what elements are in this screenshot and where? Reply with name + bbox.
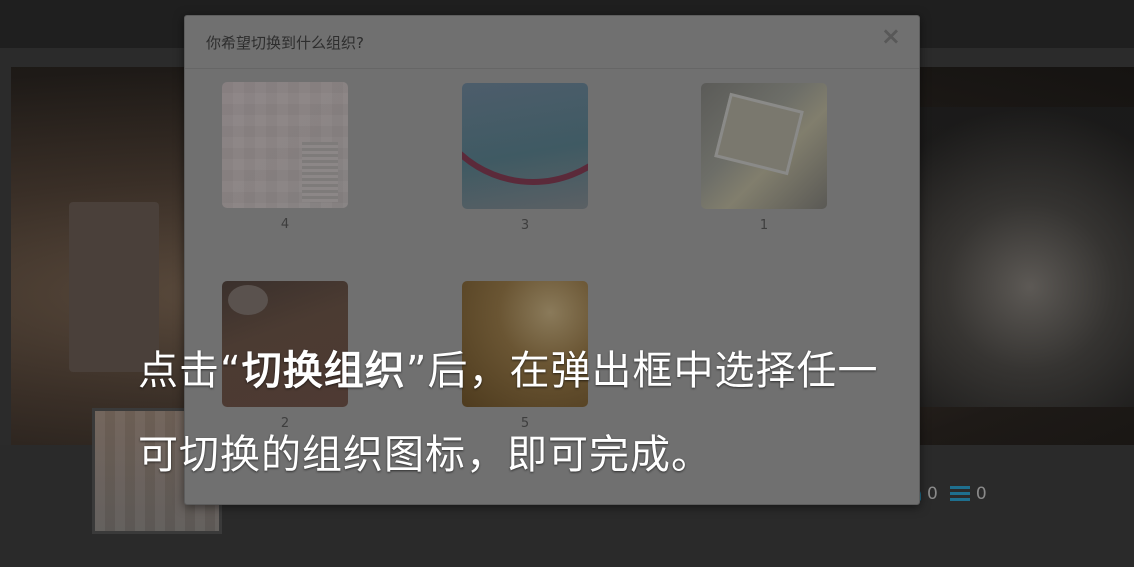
caption-suffix: ”后，在弹出框中选择任一 xyxy=(405,348,879,394)
organization-image[interactable] xyxy=(701,83,827,209)
image-stripes xyxy=(302,142,338,202)
likes-count: 0 xyxy=(927,484,938,504)
caption-prefix: 点击“ xyxy=(138,348,242,394)
organization-option-3[interactable]: 3 xyxy=(461,83,589,233)
tutorial-caption-line-1: 点击“切换组织”后，在弹出框中选择任一 xyxy=(138,338,878,396)
lists-count: 0 xyxy=(975,484,987,504)
organization-label: 4 xyxy=(280,217,290,232)
modal-title: 你希望切换到什么组织? xyxy=(206,34,364,52)
list-icon xyxy=(949,486,970,502)
organization-option-4[interactable]: 4 xyxy=(221,82,349,232)
lists-stat[interactable]: 0 xyxy=(949,484,987,504)
organization-image[interactable] xyxy=(222,82,348,208)
caption-highlight: 切换组织 xyxy=(241,348,406,394)
organization-option-1[interactable]: 1 xyxy=(700,83,828,233)
modal-header: 你希望切换到什么组织? × xyxy=(185,16,919,69)
organization-label: 3 xyxy=(520,218,530,233)
close-icon[interactable]: × xyxy=(881,22,901,50)
organization-label: 1 xyxy=(759,218,769,233)
tutorial-caption-line-2: 可切换的组织图标，即可完成。 xyxy=(138,432,712,478)
organization-image[interactable] xyxy=(462,83,588,209)
